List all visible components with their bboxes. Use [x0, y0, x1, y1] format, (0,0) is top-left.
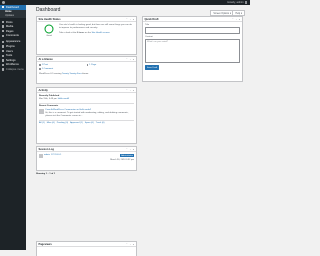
collapse-icon [2, 68, 5, 71]
quick-draft-widget: Quick Draft ⌃ ⌄ ▴ Title Content What's o… [142, 16, 243, 82]
session-ip[interactable]: 172.18.0.1 [51, 154, 61, 157]
settings-icon [2, 59, 5, 62]
health-link-line: Take a look at the 6 items on the Site H… [59, 31, 111, 34]
save-draft-button[interactable]: Save Draft [145, 65, 159, 70]
widget-controls[interactable]: ⌃ ⌄ ▴ [126, 58, 134, 61]
sidebar-item-label: Pages [5, 29, 14, 33]
shield-icon [2, 63, 5, 67]
recent-comments-heading: Recent Comments [39, 104, 59, 107]
published-row: Mar 15th, 5:49 pm Hello world! [39, 98, 134, 101]
widget-controls[interactable]: ⌃ ⌄ ▴ [126, 148, 134, 151]
filter-mine[interactable]: Mine (0) [47, 122, 55, 125]
page-title: Dashboard [36, 7, 61, 13]
draft-title-input[interactable] [145, 27, 240, 34]
page-icon [2, 30, 5, 33]
theme-link[interactable]: Twenty Twenty-Four [62, 73, 82, 75]
session-log-widget: Session Log ⌃ ⌄ ▴ admin 172.18.0.1 Admin… [36, 146, 137, 171]
comment-item: From A WordPress Commenter on Hello worl… [39, 108, 134, 118]
account-menu[interactable]: Howdy, admin [227, 1, 247, 4]
page-icon [86, 64, 89, 66]
published-date: Mar 15th, 5:49 pm [39, 97, 57, 100]
pin-icon [39, 64, 41, 66]
filter-all[interactable]: All (1) [39, 122, 45, 125]
main-content: Dashboard Screen Options ▾ Help ▾ Site H… [26, 5, 250, 256]
avatar [39, 108, 44, 114]
glance-pages[interactable]: 1 Page [86, 64, 135, 67]
account-greeting: Howdy, admin [227, 1, 244, 4]
brush-icon [2, 40, 5, 44]
sidebar-item-label: Collapse menu [5, 68, 24, 72]
avatar [39, 153, 43, 158]
draft-content-textarea[interactable]: What's on your mind? [145, 39, 240, 63]
wordpress-logo-icon[interactable] [2, 1, 5, 4]
session-row: admin 172.18.0.1 Administrator [39, 153, 134, 158]
pin-icon [2, 20, 5, 24]
collapse-menu-button[interactable]: Collapse menu [0, 67, 26, 72]
health-status-label: Good [46, 35, 52, 37]
widget-title: Pageviews [38, 242, 52, 246]
pageviews-widget: Pageviews ⌃ ⌄ ▴ [36, 241, 137, 256]
filter-trash[interactable]: Trash (0) [96, 122, 105, 125]
widget-title: At a Glance [38, 57, 53, 61]
dashboard-submenu: Home Updates [0, 9, 26, 19]
media-icon [2, 25, 5, 28]
sidebar-item-label: Media [5, 25, 14, 29]
session-time: March 30, 2024 3:32 pm [110, 158, 134, 161]
sidebar-item-label: Wordfence [5, 63, 19, 67]
glance-footer: WordPress 6.5 running Twenty Twenty-Four… [39, 72, 89, 75]
session-user-link[interactable]: admin [44, 154, 50, 157]
site-health-widget: Site Health Status ⌃ ⌄ ▴ Good Your site'… [36, 16, 137, 55]
sidebar-item-label: Dashboard [5, 5, 20, 9]
comment-icon [2, 34, 5, 38]
plugin-icon [2, 45, 5, 48]
widget-controls[interactable]: ⌃ ⌄ ▴ [126, 243, 134, 246]
health-status-ring-icon [44, 24, 54, 34]
user-icon [2, 49, 5, 53]
admin-sidebar: Dashboard Home Updates Posts Media Pages… [0, 5, 26, 250]
avatar [244, 1, 247, 4]
sidebar-item-label: Tools [5, 54, 13, 58]
sidebar-item-label: Users [5, 49, 13, 53]
submenu-updates[interactable]: Updates [0, 14, 26, 18]
widget-title: Activity [38, 88, 48, 92]
sidebar-item-label: Comments [5, 34, 19, 38]
widget-controls[interactable]: ⌃ ⌄ ▴ [232, 18, 240, 21]
wrench-icon [2, 54, 5, 57]
widget-title: Quick Draft [144, 17, 159, 21]
site-health-link[interactable]: Site Health screen [92, 32, 110, 34]
widget-title: Session Log [38, 147, 54, 151]
sidebar-item-label: Appearance [5, 40, 21, 44]
glance-comments[interactable]: 1 Comment [39, 68, 87, 71]
published-post-link[interactable]: Hello world! [58, 98, 69, 101]
session-count: Showing 1 – 1 of 1 [36, 173, 56, 175]
dashboard-icon [2, 6, 5, 9]
filter-spam[interactable]: Spam (0) [85, 122, 94, 125]
widget-controls[interactable]: ⌃ ⌄ ▴ [126, 89, 134, 92]
comment-excerpt: Hi, this is a comment. To get started wi… [45, 111, 129, 117]
widget-controls[interactable]: ⌃ ⌄ ▴ [126, 18, 134, 21]
filter-pending[interactable]: Pending (0) [57, 122, 68, 125]
sidebar-item-label: Settings [5, 58, 16, 62]
comment-filters: All (1) Mine (0) Pending (0) Approved (1… [39, 122, 134, 125]
health-message: Your site's health is looking good, but … [59, 24, 132, 29]
comment-icon [39, 68, 41, 70]
glance-posts[interactable]: 1 Post [39, 64, 87, 67]
activity-widget: Activity ⌃ ⌄ ▴ Recently Published Mar 15… [36, 87, 137, 144]
sidebar-item-label: Plugins [5, 45, 15, 49]
role-badge: Administrator [120, 154, 134, 157]
filter-approved[interactable]: Approved (1) [70, 122, 83, 125]
sidebar-item-label: Posts [5, 20, 13, 24]
widget-title: Site Health Status [38, 17, 61, 21]
at-a-glance-widget: At a Glance ⌃ ⌄ ▴ 1 Post 1 Page 1 Commen… [36, 56, 137, 84]
